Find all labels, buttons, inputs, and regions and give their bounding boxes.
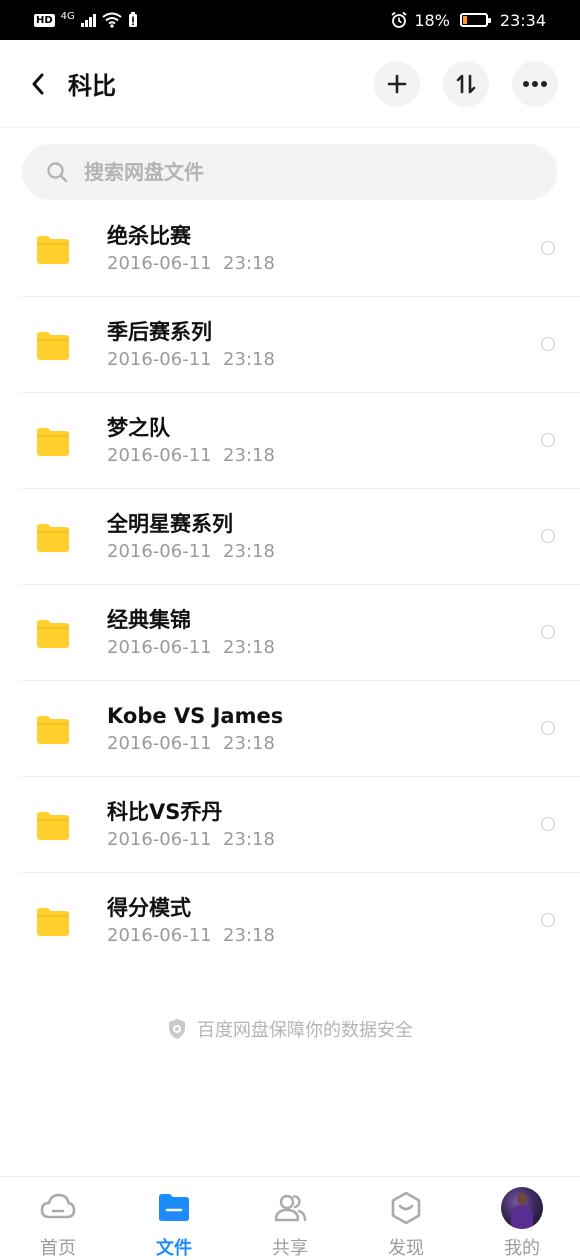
- battery-fill: [462, 16, 467, 24]
- hd-badge: HD: [34, 13, 55, 27]
- folder-icon: [37, 428, 69, 456]
- nav-label: 共享: [272, 1238, 308, 1259]
- file-name: 得分模式: [107, 896, 191, 920]
- file-name: 经典集锦: [107, 608, 191, 632]
- item-text: 绝杀比赛 2016-06-11 23:18: [107, 223, 275, 275]
- select-radio[interactable]: [541, 817, 555, 831]
- folder-icon: [37, 620, 69, 648]
- item-text: 全明星赛系列 2016-06-11 23:18: [107, 511, 275, 563]
- list-item[interactable]: Kobe VS James 2016-06-11 23:18: [0, 681, 580, 777]
- nav-share[interactable]: 共享: [232, 1177, 348, 1259]
- file-date: 2016-06-11 23:18: [107, 445, 275, 466]
- bottom-nav: 首页 文件 共享 发现 我的: [0, 1176, 580, 1259]
- item-text: Kobe VS James 2016-06-11 23:18: [107, 703, 283, 755]
- sort-icon: [456, 74, 476, 93]
- nav-label: 我的: [504, 1238, 540, 1259]
- item-text: 季后赛系列 2016-06-11 23:18: [107, 319, 275, 371]
- battery-percent: 18%: [414, 10, 450, 30]
- nav-files[interactable]: 文件: [116, 1177, 232, 1259]
- status-left: HD 4G: [34, 12, 138, 28]
- item-text: 梦之队 2016-06-11 23:18: [107, 415, 275, 467]
- select-radio[interactable]: [541, 721, 555, 735]
- list-item[interactable]: 绝杀比赛 2016-06-11 23:18: [0, 201, 580, 297]
- select-radio[interactable]: [541, 913, 555, 927]
- folder-icon: [37, 236, 69, 264]
- avatar[interactable]: [501, 1187, 543, 1229]
- header-bar: 科比: [0, 40, 580, 128]
- file-date: 2016-06-11 23:18: [107, 253, 275, 274]
- nav-label: 文件: [156, 1238, 192, 1259]
- item-text: 得分模式 2016-06-11 23:18: [107, 895, 275, 947]
- select-radio[interactable]: [541, 625, 555, 639]
- folder-icon: [37, 716, 69, 744]
- cloud-icon: [40, 1193, 76, 1219]
- search-bar[interactable]: [22, 144, 557, 200]
- more-icon: [523, 80, 547, 87]
- select-radio[interactable]: [541, 337, 555, 351]
- battery-alert-icon: [128, 12, 137, 27]
- file-date: 2016-06-11 23:18: [107, 733, 275, 754]
- chevron-left-icon: [32, 73, 44, 94]
- clock: 23:34: [499, 10, 546, 30]
- file-date: 2016-06-11 23:18: [107, 637, 275, 658]
- list-item[interactable]: 经典集锦 2016-06-11 23:18: [0, 585, 580, 681]
- more-button[interactable]: [512, 60, 558, 107]
- folder-icon: [37, 524, 69, 552]
- shield-icon: [169, 1019, 185, 1039]
- list-item[interactable]: 全明星赛系列 2016-06-11 23:18: [0, 489, 580, 585]
- security-note-text: 百度网盘保障你的数据安全: [197, 1020, 413, 1041]
- wifi-icon: [102, 12, 122, 28]
- people-icon: [274, 1194, 307, 1222]
- security-note: 百度网盘保障你的数据安全: [0, 1016, 580, 1042]
- battery-icon: [459, 13, 491, 27]
- status-bar: HD 4G 18% 23:34: [0, 0, 580, 40]
- status-right: 18% 23:34: [390, 11, 546, 30]
- file-list: 绝杀比赛 2016-06-11 23:18 季后赛系列 2016-06-11 2…: [0, 201, 580, 969]
- add-button[interactable]: [374, 60, 420, 107]
- nav-home[interactable]: 首页: [0, 1177, 116, 1259]
- nav-label: 发现: [388, 1238, 424, 1259]
- file-date: 2016-06-11 23:18: [107, 925, 275, 946]
- select-radio[interactable]: [541, 241, 555, 255]
- signal-icon: [80, 13, 96, 27]
- file-name: 梦之队: [107, 416, 170, 440]
- item-text: 经典集锦 2016-06-11 23:18: [107, 607, 275, 659]
- back-button[interactable]: [22, 68, 54, 100]
- folder-icon: [37, 908, 69, 936]
- file-name: Kobe VS James: [107, 704, 284, 728]
- alarm-icon: [391, 11, 407, 28]
- nav-discover[interactable]: 发现: [348, 1177, 464, 1259]
- item-text: 科比VS乔丹 2016-06-11 23:18: [107, 799, 275, 851]
- nav-label: 首页: [40, 1238, 76, 1259]
- folder-icon: [37, 812, 69, 840]
- file-name: 全明星赛系列: [107, 512, 233, 536]
- page-title: 科比: [68, 72, 116, 100]
- folder-icon: [37, 332, 69, 360]
- file-date: 2016-06-11 23:18: [107, 349, 275, 370]
- file-name: 科比VS乔丹: [107, 800, 223, 824]
- list-item[interactable]: 得分模式 2016-06-11 23:18: [0, 873, 580, 969]
- file-name: 绝杀比赛: [107, 224, 191, 248]
- list-item[interactable]: 季后赛系列 2016-06-11 23:18: [0, 297, 580, 393]
- list-item[interactable]: 梦之队 2016-06-11 23:18: [0, 393, 580, 489]
- file-date: 2016-06-11 23:18: [107, 541, 275, 562]
- file-name: 季后赛系列: [107, 320, 212, 344]
- select-radio[interactable]: [541, 433, 555, 447]
- select-radio[interactable]: [541, 529, 555, 543]
- sort-button[interactable]: [443, 60, 489, 107]
- plus-icon: [387, 74, 407, 93]
- discover-icon: [391, 1191, 421, 1225]
- list-item[interactable]: 科比VS乔丹 2016-06-11 23:18: [0, 777, 580, 873]
- search-input[interactable]: [82, 159, 506, 185]
- file-date: 2016-06-11 23:18: [107, 829, 275, 850]
- network-type: 4G: [60, 11, 75, 22]
- search-icon: [47, 162, 68, 183]
- folder-icon: [159, 1194, 189, 1221]
